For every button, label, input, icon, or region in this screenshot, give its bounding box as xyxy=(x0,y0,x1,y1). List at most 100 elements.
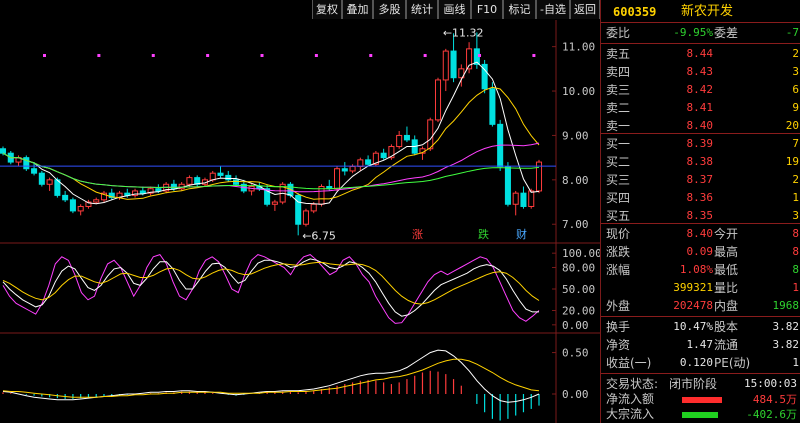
turnover-row: 换手 10.47% 股本 3.82 xyxy=(601,318,800,336)
float-value: 3.82 xyxy=(772,338,800,351)
macd-pane xyxy=(2,349,540,421)
candle-body xyxy=(93,199,100,203)
candle-body xyxy=(186,177,193,185)
candle-body xyxy=(349,166,356,172)
kdj-line xyxy=(2,254,540,324)
low-annotation: ←6.75 xyxy=(302,229,336,242)
trade-status-row: 交易状态: 闭市阶段 15:00:03 xyxy=(601,375,800,393)
draw-line-button[interactable]: 画线 xyxy=(438,0,471,19)
signal-dot xyxy=(151,54,155,57)
buy-row-3[interactable]: 买三 8.37 2 xyxy=(601,171,800,189)
turnover-label: 换手 xyxy=(606,320,631,334)
buy-row-4[interactable]: 买四 8.36 1 xyxy=(601,189,800,207)
sell-volume: 2 xyxy=(792,47,799,60)
f10-button[interactable]: F10 xyxy=(471,0,503,19)
chart-toolbar: 复权 叠加 多股 统计 画线 F10 标记 -自选 返回 xyxy=(0,0,600,20)
candle-body xyxy=(427,119,434,150)
sell-volume: 3 xyxy=(792,65,799,78)
weicha-label: 委差 xyxy=(714,26,739,40)
candle-body xyxy=(38,172,45,185)
buy-label: 买五 xyxy=(606,209,631,223)
buy-row-5[interactable]: 买五 8.35 3 xyxy=(601,207,800,225)
eps-value: 0.120 xyxy=(679,356,713,369)
kdj-tick-label: 50.00 xyxy=(562,283,595,296)
sell-row-2[interactable]: 卖四 8.43 3 xyxy=(601,63,800,81)
buy-row-1[interactable]: 买一 8.39 7 xyxy=(601,135,800,153)
weibi-row: 委比 -9.95% 委差 -7 xyxy=(601,24,800,42)
candle-body xyxy=(155,188,162,192)
signal-dot xyxy=(314,54,318,57)
sell-label: 卖三 xyxy=(606,83,631,97)
net-inflow-bar xyxy=(682,397,722,403)
buy-label: 买一 xyxy=(606,137,631,151)
sell-volume: 6 xyxy=(792,83,799,96)
sell-label: 卖二 xyxy=(606,101,631,115)
candle-body xyxy=(170,183,177,190)
multi-stock-button[interactable]: 多股 xyxy=(373,0,406,19)
buy-row-2[interactable]: 买二 8.38 19 xyxy=(601,153,800,171)
mark-button[interactable]: 标记 xyxy=(503,0,536,19)
quote-panel: 600359 新农开发 委比 -9.95% 委差 -7 现价 8.40 今开 8… xyxy=(600,0,800,423)
statistics-button[interactable]: 统计 xyxy=(406,0,438,19)
moving-average-line xyxy=(2,86,540,200)
kdj-tick-label: 100.00 xyxy=(562,247,600,260)
high-label: 最高 xyxy=(714,245,739,259)
block-inflow-row: 大宗流入 -402.6万 xyxy=(601,407,800,422)
sell-volume: 9 xyxy=(792,101,799,114)
low-label: 最低 xyxy=(714,263,739,277)
share-capital-label: 股本 xyxy=(714,320,739,334)
low-value: 8 xyxy=(792,263,799,276)
sell-row-4[interactable]: 卖二 8.41 9 xyxy=(601,99,800,117)
restore-rights-button[interactable]: 复权 xyxy=(312,0,342,19)
candle-body xyxy=(271,201,278,205)
price-tick-label: 9.00 xyxy=(562,129,589,142)
inner-value: 1968 xyxy=(772,299,800,312)
signal-dot xyxy=(423,54,427,57)
sell-volume: 20 xyxy=(785,119,799,132)
trade-time: 15:00:03 xyxy=(744,377,797,390)
dif-line xyxy=(2,349,540,403)
candle-body xyxy=(69,199,76,212)
back-button[interactable]: 返回 xyxy=(570,0,600,19)
net-asset-value: 1.47 xyxy=(686,338,714,351)
total-volume-value: 399321 xyxy=(673,281,713,294)
trade-status-label: 交易状态: xyxy=(606,377,659,391)
candle-body xyxy=(489,88,496,125)
buy-label: 买三 xyxy=(606,173,631,187)
sell-label: 卖四 xyxy=(606,65,631,79)
eps-row: 收益(一) 0.120 PE(动) 1 xyxy=(601,354,800,372)
sell-row-5[interactable]: 卖一 8.40 20 xyxy=(601,117,800,135)
sell-label: 卖五 xyxy=(606,47,631,61)
candle-body xyxy=(77,205,84,212)
sell-row-1[interactable]: 卖五 8.44 2 xyxy=(601,45,800,63)
kdj-tick-label: 20.00 xyxy=(562,305,595,318)
pe-label: PE(动) xyxy=(714,356,751,370)
change-pct-value: 1.08% xyxy=(679,263,713,276)
buy-price: 8.39 xyxy=(686,137,714,150)
event-marker: 财 xyxy=(516,227,527,241)
buy-volume: 2 xyxy=(792,173,799,186)
weibi-label: 委比 xyxy=(606,26,631,40)
float-label: 流通 xyxy=(714,338,739,352)
candle-body xyxy=(233,179,240,185)
sell-row-3[interactable]: 卖三 8.42 6 xyxy=(601,81,800,99)
remove-watchlist-button[interactable]: -自选 xyxy=(536,0,570,19)
block-inflow-bar xyxy=(682,412,718,418)
weicha-value: -7 xyxy=(785,26,799,39)
kdj-tick-label: 0.00 xyxy=(562,319,589,332)
price-tick-label: 10.00 xyxy=(562,85,595,98)
signal-dot xyxy=(206,54,210,57)
candle-body xyxy=(62,194,69,201)
candle-body xyxy=(139,190,146,194)
inner-label: 内盘 xyxy=(714,299,739,313)
candle-body xyxy=(434,79,442,121)
kdj-pane xyxy=(2,254,540,324)
net-inflow-value: 484.5万 xyxy=(752,393,797,406)
stock-code: 600359 xyxy=(613,5,657,19)
divider xyxy=(601,22,800,23)
overlay-button[interactable]: 叠加 xyxy=(342,0,373,19)
moving-average-line xyxy=(2,152,540,190)
block-inflow-label: 大宗流入 xyxy=(606,407,655,421)
kline-chart[interactable]: ←11.32 ←6.75 涨 跌 财 11.00 10.00 9.00 8.00 7.00 100… xyxy=(0,20,600,423)
price-value: 8.40 xyxy=(686,227,714,240)
